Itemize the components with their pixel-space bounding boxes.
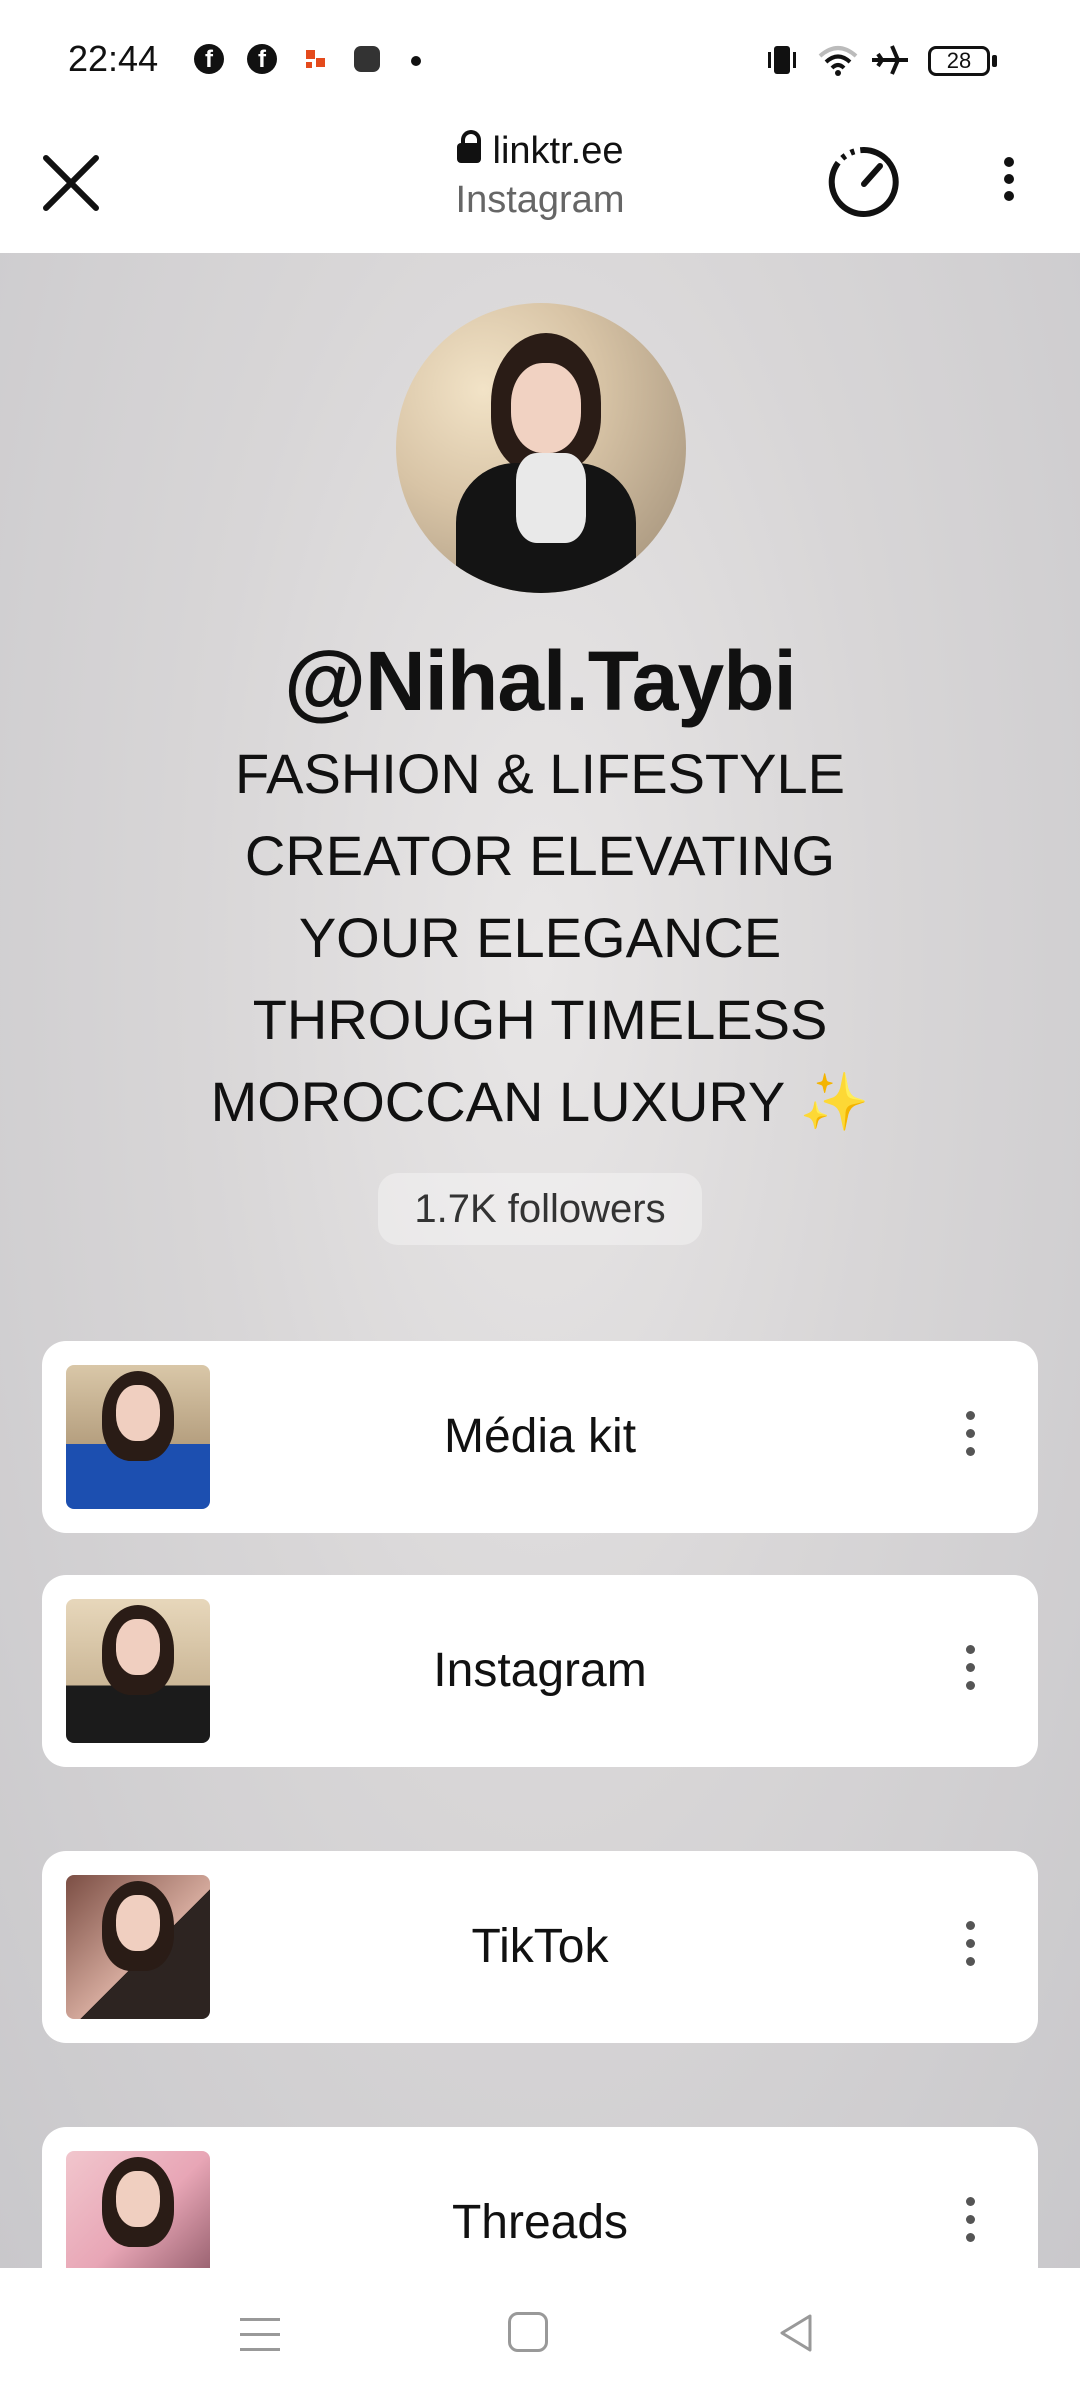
linktree-page: @Nihal.Taybi FASHION & LIFESTYLE CREATOR… [0,253,1080,2268]
link-label: Instagram [433,1644,647,1697]
domain-text: linktr.ee [492,130,624,172]
vibrate-icon [764,42,796,74]
link-label: Média kit [443,1410,637,1463]
dot-icon [411,56,421,66]
status-time: 22:44 [68,38,159,79]
bio-line: FASHION & LIFESTYLE [235,742,845,805]
link-label: Threads [451,2196,629,2249]
more-vertical-icon[interactable] [994,150,1024,216]
more-vertical-icon[interactable] [964,1411,976,1463]
back-icon[interactable] [776,2312,816,2354]
status-bar: 22:44 f f 28 [0,0,1080,118]
bio-line: CREATOR ELEVATING [244,824,836,887]
link-label: TikTok [471,1920,609,1973]
home-icon[interactable] [508,2312,548,2352]
link-card-tiktok[interactable]: TikTok [42,1851,1038,2043]
facebook-icon: f [194,44,224,74]
wifi-icon [816,42,858,76]
link-card-instagram[interactable]: Instagram [42,1575,1038,1767]
recent-apps-icon[interactable] [240,2318,280,2354]
profile-avatar [396,303,686,593]
app-icon [352,44,382,74]
more-vertical-icon[interactable] [964,1645,976,1697]
bio-line: THROUGH TIMELESS [252,988,828,1051]
page-title: Instagram [455,179,625,221]
airplane-icon [870,42,908,75]
facebook-icon: f [247,44,277,74]
timer-icon[interactable] [826,144,902,220]
more-vertical-icon[interactable] [964,1921,976,1973]
bio-line: YOUR ELEGANCE [298,906,782,969]
battery-tip [992,55,997,67]
more-vertical-icon[interactable] [964,2197,976,2249]
domain-row: linktr.ee [0,130,1080,173]
bio-line: MOROCCAN LUXURY ✨ [210,1070,870,1133]
app-icon [302,44,332,74]
url-display[interactable]: linktr.ee Instagram [0,130,1080,222]
link-card-media-kit[interactable]: Média kit [42,1341,1038,1533]
link-card-threads[interactable]: Threads [42,2127,1038,2268]
profile-handle: @Nihal.Taybi [284,634,797,728]
profile-bio: FASHION & LIFESTYLE CREATOR ELEVATING YO… [170,733,910,1143]
followers-badge: 1.7K followers [378,1173,702,1245]
battery-icon: 28 [928,46,990,76]
lock-icon [456,130,481,163]
